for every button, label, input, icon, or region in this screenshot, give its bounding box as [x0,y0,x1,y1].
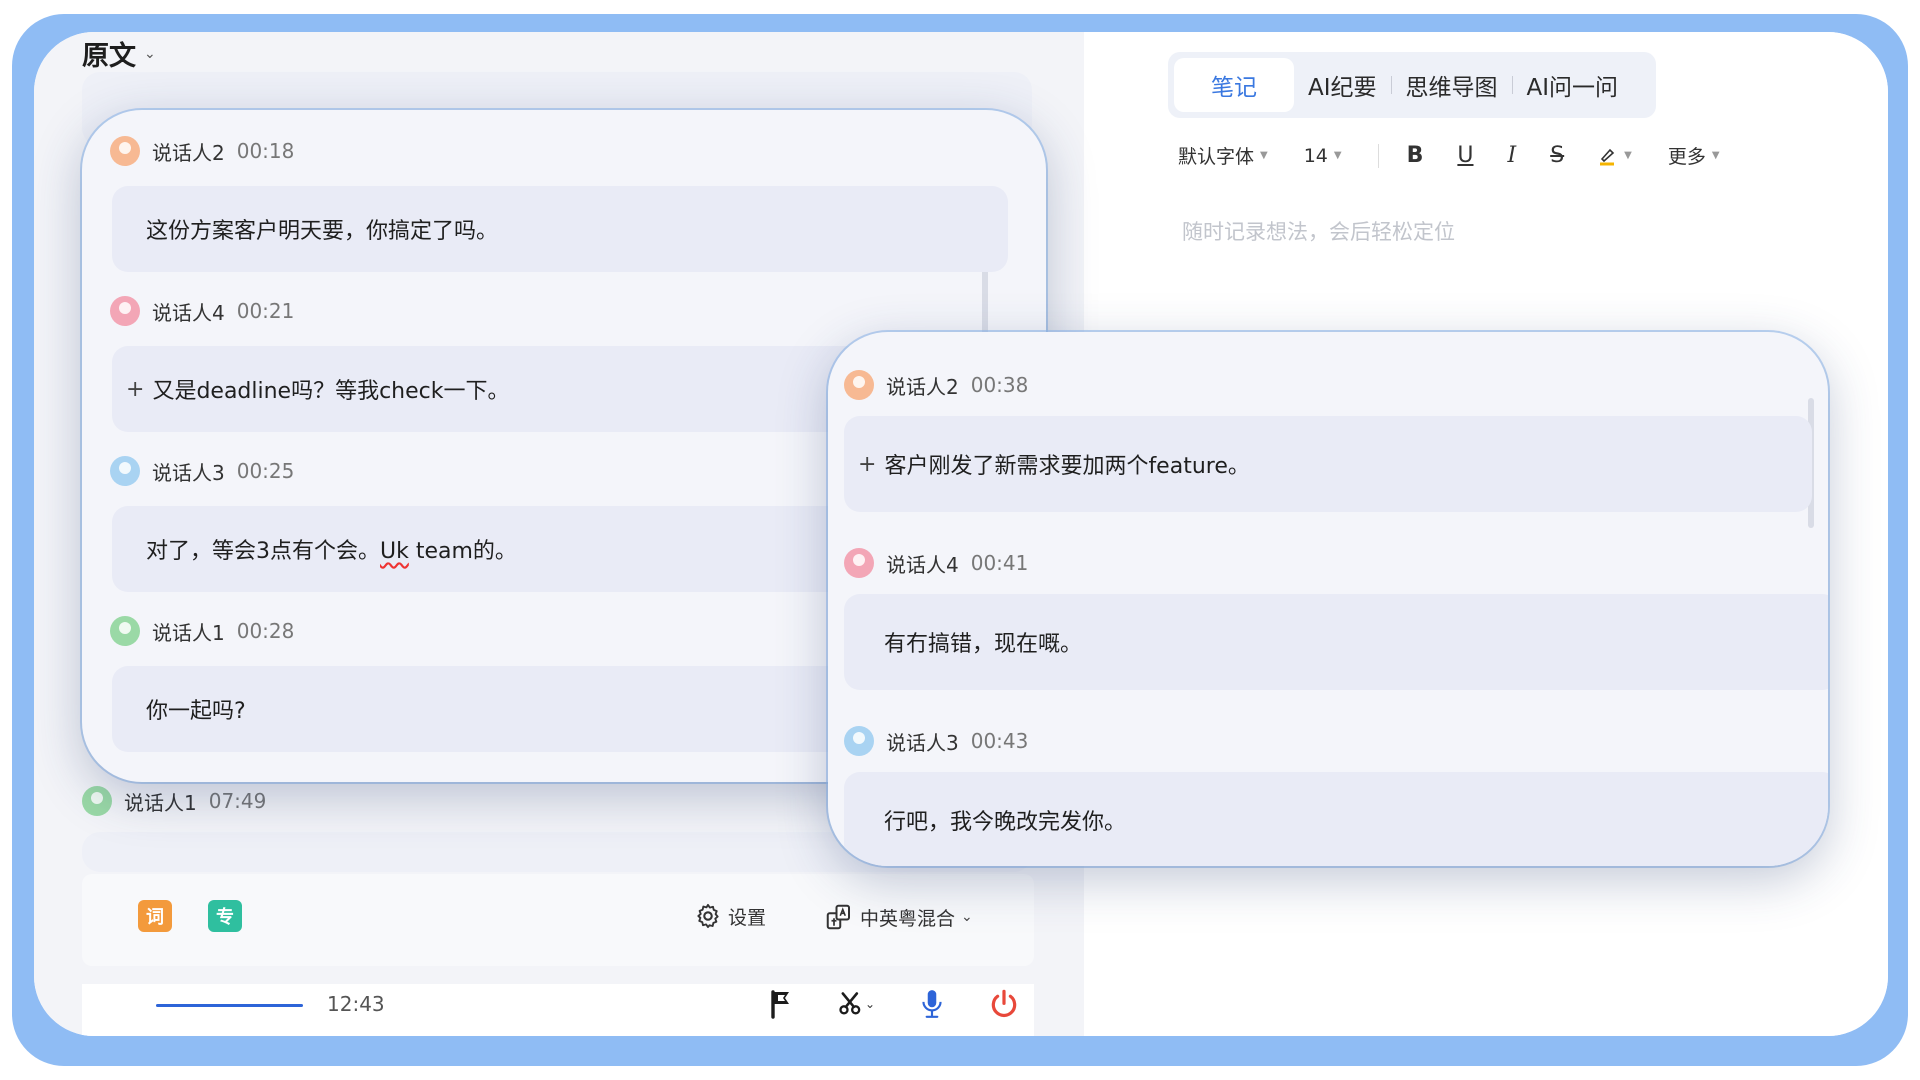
triangle-down-icon: ▼ [1333,150,1342,161]
message-card[interactable]: 有冇搞错，现在嘅。 [844,594,1828,690]
timestamp: 07:49 [208,789,267,813]
timestamp: 00:25 [236,459,295,483]
scissors-button[interactable]: ⌄ [832,984,880,1024]
font-family-select[interactable]: 默认字体 ▼ [1178,142,1268,169]
speaker-row: 说话人4 00:21 [110,296,294,326]
language-label: 中英粤混合 [860,907,956,930]
timestamp: 00:18 [236,139,295,163]
message-text: 你一起吗? [146,699,246,724]
message-text: 行吧，我今晚改完发你。 [884,810,1127,835]
timestamp: 00:28 [236,619,295,643]
transcript-view-selector[interactable]: 原文 ⌄ [82,34,156,73]
triangle-down-icon: ▼ [1260,150,1268,161]
progress-bar[interactable] [156,1004,303,1007]
microphone-icon [922,990,942,1018]
power-icon [991,989,1017,1018]
microphone-button[interactable] [912,984,952,1024]
tab-ai-summary[interactable]: AI纪要 [1294,58,1391,112]
format-toolbar: 默认字体 ▼ 14 ▼ B U I S ▼ 更多 ▼ [1178,142,1720,169]
speaker-row: 说话人1 00:28 [110,616,294,646]
underline-icon[interactable]: U [1457,143,1473,168]
speaker-name: 说话人3 [152,460,225,485]
avatar [82,786,112,816]
font-size-value: 14 [1303,144,1328,167]
more-label: 更多 [1667,146,1706,168]
speaker-name: 说话人2 [886,374,959,399]
message-card[interactable]: + 客户刚发了新需求要加两个feature。 [844,416,1812,512]
avatar [844,726,874,756]
avatar [844,370,874,400]
transcript-title: 原文 [82,41,136,72]
speaker-name: 说话人4 [886,552,959,577]
triangle-down-icon: ▼ [1624,150,1632,161]
italic-icon[interactable]: I [1508,143,1517,168]
speaker-row: 说话人4 00:41 [844,548,1028,578]
gear-icon [697,903,719,929]
professional-button[interactable]: 专 [208,900,242,932]
speaker-name: 说话人1 [152,620,225,645]
highlight-select[interactable]: ▼ [1596,145,1632,167]
highlighter-icon [1600,148,1615,165]
speaker-row: 说话人1 07:49 [82,786,266,816]
triangle-down-icon: ▼ [1711,150,1720,161]
font-size-select[interactable]: 14 ▼ [1304,145,1342,167]
speaker-name: 说话人3 [886,730,959,755]
translate-icon [826,904,850,930]
total-time: 12:43 [327,992,385,1016]
message-text-part: team的。 [408,539,517,564]
app-window: 原文 ⌄ 说话人1 07:49 词 专 设置 中英粤混合 ⌄ 12:43 ⌄ 笔… [34,32,1888,1036]
chevron-down-icon: ⌄ [144,45,156,62]
message-text: 对了，等会3点有个会。Uk team的。 [146,533,517,565]
speaker-row: 说话人3 00:25 [110,456,294,486]
timestamp: 00:41 [970,551,1029,575]
avatar [110,456,140,486]
plus-icon[interactable]: + [858,452,876,477]
bold-icon[interactable]: B [1407,143,1424,168]
speaker-row: 说话人2 00:38 [844,370,1028,400]
avatar [110,296,140,326]
note-editor[interactable]: 随时记录想法，会后轻松定位 [1182,216,1455,246]
more-menu[interactable]: 更多 ▼ [1668,142,1720,169]
plus-icon[interactable]: + [126,377,144,402]
avatar [110,616,140,646]
speaker-row: 说话人3 00:43 [844,726,1028,756]
controls-bar: 词 专 设置 中英粤混合 ⌄ [82,874,1034,966]
transcript-zoom-callout: 说话人2 00:38 + 客户刚发了新需求要加两个feature。 说话人4 0… [828,332,1828,866]
message-card[interactable]: 行吧，我今晚改完发你。 [844,772,1828,866]
tab-mind-map[interactable]: 思维导图 [1392,58,1512,112]
timestamp: 00:21 [236,299,295,323]
message-card[interactable]: 这份方案客户明天要，你搞定了吗。 [112,186,1008,272]
chevron-down-icon: ⌄ [961,909,973,925]
settings-button[interactable]: 设置 [694,902,766,930]
stop-recording-button[interactable] [984,984,1024,1024]
timestamp: 00:38 [970,373,1029,397]
scissors-icon [839,992,861,1015]
tab-bar: 笔记 AI纪要 思维导图 AI问一问 [1168,52,1656,118]
language-selector[interactable]: 中英粤混合 ⌄ [824,902,973,932]
strikethrough-icon[interactable]: S [1550,143,1564,168]
speaker-name: 说话人2 [152,140,225,165]
avatar [110,136,140,166]
message-text: 有冇搞错，现在嘅。 [884,632,1083,657]
flag-button[interactable] [762,984,802,1024]
tab-ai-ask[interactable]: AI问一问 [1513,58,1633,112]
chevron-down-icon: ⌄ [864,997,876,1011]
message-text: 客户刚发了新需求要加两个feature。 [884,454,1250,479]
vocabulary-button[interactable]: 词 [138,900,172,932]
spellcheck-word: Uk [380,539,409,564]
font-family-value: 默认字体 [1178,146,1255,168]
message-text: 这份方案客户明天要，你搞定了吗。 [146,219,499,244]
toolbar-divider [1377,143,1379,168]
message-text-part: 对了，等会3点有个会。 [146,539,380,564]
speaker-name: 说话人4 [152,300,225,325]
tab-notes[interactable]: 笔记 [1174,58,1294,112]
avatar [844,548,874,578]
flag-icon [771,990,789,1019]
playback-bar: 12:43 ⌄ [82,984,1034,1036]
speaker-row: 说话人2 00:18 [110,136,294,166]
message-text: 又是deadline吗？等我check一下。 [152,379,510,404]
settings-label: 设置 [728,906,767,929]
speaker-name: 说话人1 [124,790,197,815]
timestamp: 00:43 [970,729,1029,753]
